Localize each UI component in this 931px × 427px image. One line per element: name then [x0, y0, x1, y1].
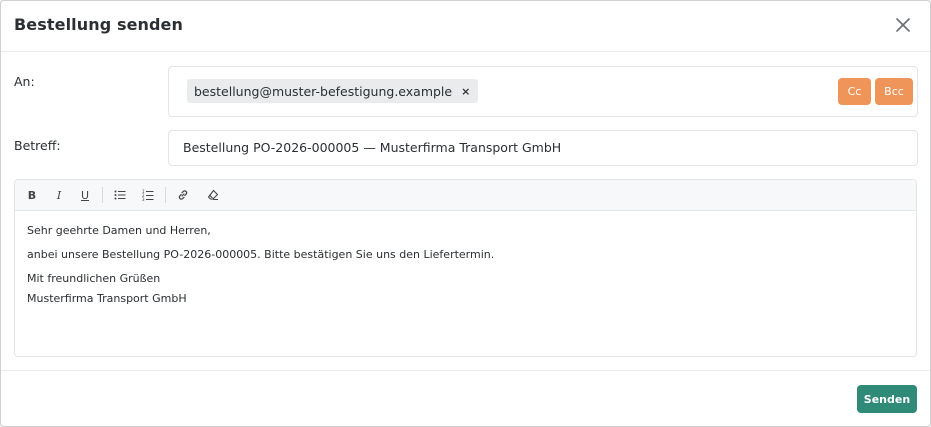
italic-icon[interactable]: I: [51, 187, 67, 203]
remove-recipient-button[interactable]: ×: [461, 85, 470, 98]
recipient-chip: bestellung@muster-befestigung.example ×: [187, 79, 479, 103]
link-icon[interactable]: [175, 187, 191, 203]
subject-label: Betreff:: [14, 138, 61, 153]
to-label: An:: [14, 74, 35, 89]
cc-button[interactable]: Cc: [838, 78, 871, 105]
message-paragraph: anbei unsere Bestellung PO-2026-000005. …: [27, 248, 495, 261]
underline-icon[interactable]: U: [77, 187, 93, 203]
message-closing: Mit freundlichen Grüßen: [27, 272, 161, 285]
bullet-list-icon[interactable]: [112, 187, 128, 203]
editor-toolbar: B I U 1 2 3: [15, 180, 916, 211]
message-signature: Musterfirma Transport GmbH: [27, 292, 187, 305]
message-greeting: Sehr geehrte Damen und Herren,: [27, 224, 211, 237]
subject-input[interactable]: Bestellung PO-2026-000005 — Musterfirma …: [168, 130, 918, 166]
toolbar-divider: [102, 187, 103, 203]
recipient-email: bestellung@muster-befestigung.example: [194, 83, 453, 99]
send-order-dialog: Bestellung senden An: bestellung@muster-…: [0, 0, 931, 427]
dialog-title: Bestellung senden: [14, 15, 184, 34]
svg-text:3: 3: [142, 197, 145, 201]
dialog-header: Bestellung senden: [1, 1, 930, 52]
clear-format-icon[interactable]: [205, 187, 221, 203]
toolbar-divider: [165, 187, 166, 203]
bcc-button[interactable]: Bcc: [875, 78, 913, 105]
close-icon[interactable]: [893, 15, 913, 35]
dialog-footer-divider: [1, 370, 930, 371]
recipients-field[interactable]: bestellung@muster-befestigung.example × …: [168, 66, 918, 117]
bold-icon[interactable]: B: [24, 187, 40, 203]
message-editor: B I U 1 2 3 Sehr geehrte Damen und Herre…: [14, 179, 917, 357]
send-button[interactable]: Senden: [857, 385, 917, 413]
numbered-list-icon[interactable]: 1 2 3: [140, 187, 156, 203]
